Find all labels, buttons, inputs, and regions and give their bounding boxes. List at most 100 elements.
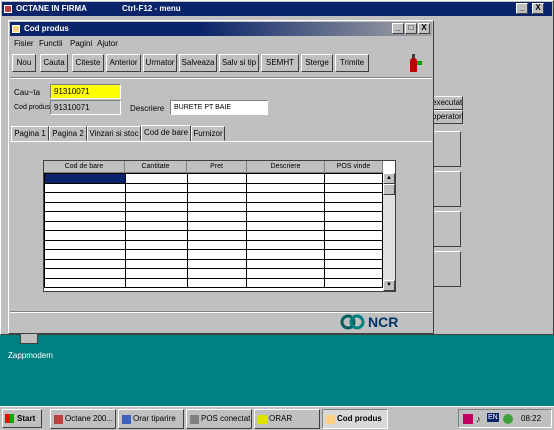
menu-fisier[interactable]: Fisier <box>14 39 34 48</box>
table-row[interactable] <box>44 220 383 231</box>
background-window-titlebar[interactable]: OCTANE IN FIRMA Ctrl-F12 - menu _ X <box>2 2 552 16</box>
table-cell[interactable] <box>44 201 126 212</box>
table-cell[interactable] <box>186 173 248 184</box>
zappmodem-desktop-icon[interactable]: Zappmodem <box>8 330 53 362</box>
table-row[interactable] <box>44 173 383 184</box>
table-cell[interactable] <box>124 239 188 250</box>
table-cell[interactable] <box>246 268 326 279</box>
table-cell[interactable] <box>124 249 188 260</box>
table-cell[interactable] <box>44 182 126 193</box>
table-cell[interactable] <box>186 268 248 279</box>
table-cell[interactable] <box>124 268 188 279</box>
start-button[interactable]: Start <box>2 409 42 428</box>
table-row[interactable] <box>44 239 383 250</box>
tab-pagina-1[interactable]: Pagina 1 <box>11 126 49 141</box>
table-cell[interactable] <box>186 239 248 250</box>
speaker-icon[interactable]: ♪ <box>476 414 481 424</box>
table-cell[interactable] <box>246 182 326 193</box>
urmator-button[interactable]: Urmator <box>143 54 177 72</box>
table-row[interactable] <box>44 201 383 212</box>
task-orar[interactable]: ORAR <box>254 409 320 429</box>
cod-produs-titlebar[interactable]: Cod produs _ □ X <box>10 22 432 36</box>
semht-button[interactable]: SEMHT <box>261 54 299 72</box>
tray-app-icon[interactable] <box>463 414 473 424</box>
selected-cell[interactable] <box>44 173 126 184</box>
table-cell[interactable] <box>246 258 326 269</box>
task-octane[interactable]: Octane 200... <box>50 409 116 429</box>
window-maximize-button[interactable]: □ <box>405 23 417 34</box>
window-minimize-button[interactable]: _ <box>392 23 404 34</box>
menu-ajutor[interactable]: Ajutor <box>97 39 118 48</box>
table-cell[interactable] <box>186 230 248 241</box>
trimite-button[interactable]: Trimite <box>335 54 369 72</box>
table-cell[interactable] <box>186 258 248 269</box>
table-cell[interactable] <box>124 220 188 231</box>
table-cell[interactable] <box>246 211 326 222</box>
table-cell[interactable] <box>186 211 248 222</box>
cauta-input[interactable]: 91310071 <box>50 84 121 99</box>
table-cell[interactable] <box>324 258 383 269</box>
table-cell[interactable] <box>124 230 188 241</box>
nou-button[interactable]: Nou <box>12 54 36 72</box>
table-row[interactable] <box>44 211 383 222</box>
task-orar-tiparire[interactable]: Orar tiparire <box>118 409 184 429</box>
close-button[interactable]: X <box>532 3 544 14</box>
table-cell[interactable] <box>246 230 326 241</box>
descriere-input[interactable]: BURETE PT BAIE <box>170 100 268 115</box>
salv-si-tip-button[interactable]: Salv si tip <box>219 54 259 72</box>
tab-vinzari-si-stoc[interactable]: Vinzari si stoc <box>87 126 141 141</box>
table-cell[interactable] <box>44 239 126 250</box>
table-cell[interactable] <box>186 277 248 288</box>
tab-furnizor[interactable]: Furnizor <box>191 126 225 141</box>
citeste-button[interactable]: Citeste <box>72 54 104 72</box>
grid-body[interactable] <box>44 173 383 288</box>
table-cell[interactable] <box>246 220 326 231</box>
table-cell[interactable] <box>324 268 383 279</box>
table-cell[interactable] <box>246 173 326 184</box>
table-cell[interactable] <box>44 258 126 269</box>
table-row[interactable] <box>44 277 383 288</box>
table-cell[interactable] <box>246 277 326 288</box>
col-header-pret[interactable]: Pret <box>187 161 247 173</box>
table-cell[interactable] <box>324 220 383 231</box>
cauta-button[interactable]: Cauta <box>40 54 68 72</box>
table-cell[interactable] <box>186 201 248 212</box>
side-panel-3[interactable] <box>431 211 461 247</box>
table-row[interactable] <box>44 192 383 203</box>
minimize-button[interactable]: _ <box>516 3 528 14</box>
language-indicator[interactable]: EN <box>487 413 499 422</box>
table-row[interactable] <box>44 249 383 260</box>
table-cell[interactable] <box>44 230 126 241</box>
table-cell[interactable] <box>246 192 326 203</box>
table-cell[interactable] <box>186 220 248 231</box>
task-pos-conectat[interactable]: POS conectat <box>186 409 252 429</box>
col-header-descriere[interactable]: Descriere <box>247 161 325 173</box>
side-panel-2[interactable] <box>431 171 461 207</box>
table-cell[interactable] <box>324 192 383 203</box>
table-cell[interactable] <box>124 173 188 184</box>
window-close-button[interactable]: X <box>418 23 430 34</box>
table-cell[interactable] <box>324 239 383 250</box>
table-cell[interactable] <box>44 220 126 231</box>
anterior-button[interactable]: Anterior <box>106 54 141 72</box>
table-cell[interactable] <box>324 201 383 212</box>
scroll-up-arrow[interactable]: ▲ <box>383 173 395 184</box>
table-cell[interactable] <box>246 249 326 260</box>
table-cell[interactable] <box>44 277 126 288</box>
table-cell[interactable] <box>324 249 383 260</box>
table-cell[interactable] <box>246 201 326 212</box>
col-header-cantitate[interactable]: Cantitate <box>125 161 187 173</box>
grid-scrollbar[interactable]: ▲ ▼ <box>383 173 395 291</box>
table-cell[interactable] <box>124 258 188 269</box>
table-cell[interactable] <box>324 230 383 241</box>
table-cell[interactable] <box>186 192 248 203</box>
side-panel-4[interactable] <box>431 251 461 287</box>
scroll-down-arrow[interactable]: ▼ <box>383 280 395 291</box>
table-row[interactable] <box>44 182 383 193</box>
table-cell[interactable] <box>324 277 383 288</box>
table-cell[interactable] <box>44 268 126 279</box>
operatori-button[interactable]: operatori <box>429 110 464 124</box>
col-header-cod-de-bare[interactable]: Cod de bare <box>44 161 125 173</box>
table-row[interactable] <box>44 268 383 279</box>
table-cell[interactable] <box>186 182 248 193</box>
